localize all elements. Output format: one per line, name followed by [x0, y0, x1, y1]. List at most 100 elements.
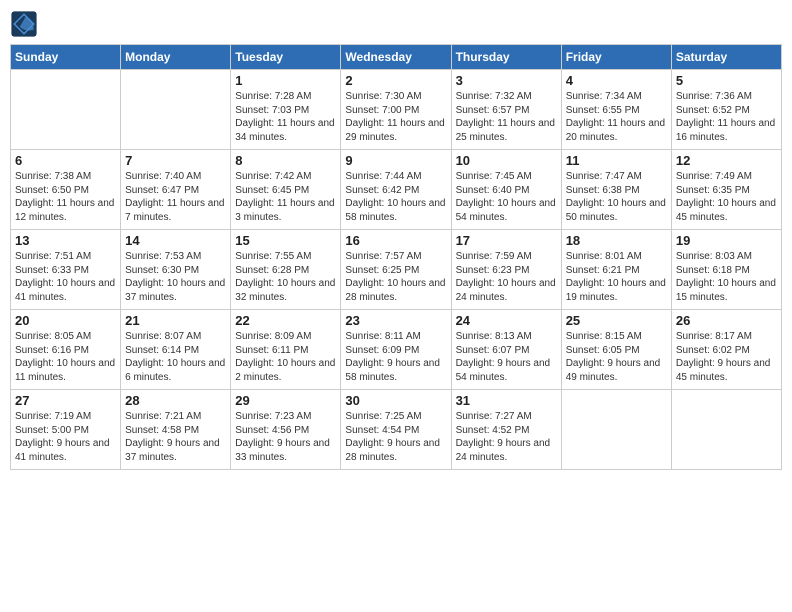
day-detail: Sunrise: 8:07 AMSunset: 6:14 PMDaylight:…: [125, 331, 225, 383]
calendar-day-cell: 12 Sunrise: 7:49 AMSunset: 6:35 PMDaylig…: [671, 150, 781, 230]
day-detail: Sunrise: 7:49 AMSunset: 6:35 PMDaylight:…: [676, 171, 776, 223]
day-number: 7: [125, 153, 226, 168]
day-number: 26: [676, 313, 777, 328]
day-number: 27: [15, 393, 116, 408]
day-number: 5: [676, 73, 777, 88]
day-number: 22: [235, 313, 336, 328]
calendar-day-cell: 13 Sunrise: 7:51 AMSunset: 6:33 PMDaylig…: [11, 230, 121, 310]
calendar-day-cell: [121, 70, 231, 150]
calendar-week-row: 13 Sunrise: 7:51 AMSunset: 6:33 PMDaylig…: [11, 230, 782, 310]
day-detail: Sunrise: 7:47 AMSunset: 6:38 PMDaylight:…: [566, 171, 666, 223]
day-number: 28: [125, 393, 226, 408]
day-detail: Sunrise: 7:36 AMSunset: 6:52 PMDaylight:…: [676, 91, 775, 143]
calendar-day-cell: 23 Sunrise: 8:11 AMSunset: 6:09 PMDaylig…: [341, 310, 451, 390]
day-number: 21: [125, 313, 226, 328]
day-detail: Sunrise: 8:05 AMSunset: 6:16 PMDaylight:…: [15, 331, 115, 383]
calendar-week-row: 1 Sunrise: 7:28 AMSunset: 7:03 PMDayligh…: [11, 70, 782, 150]
day-detail: Sunrise: 7:25 AMSunset: 4:54 PMDaylight:…: [345, 411, 440, 463]
calendar-day-cell: 9 Sunrise: 7:44 AMSunset: 6:42 PMDayligh…: [341, 150, 451, 230]
calendar-day-cell: 18 Sunrise: 8:01 AMSunset: 6:21 PMDaylig…: [561, 230, 671, 310]
calendar-day-cell: 19 Sunrise: 8:03 AMSunset: 6:18 PMDaylig…: [671, 230, 781, 310]
day-detail: Sunrise: 7:42 AMSunset: 6:45 PMDaylight:…: [235, 171, 334, 223]
weekday-header: Tuesday: [231, 45, 341, 70]
day-number: 8: [235, 153, 336, 168]
calendar-day-cell: 28 Sunrise: 7:21 AMSunset: 4:58 PMDaylig…: [121, 390, 231, 470]
calendar-day-cell: 1 Sunrise: 7:28 AMSunset: 7:03 PMDayligh…: [231, 70, 341, 150]
day-detail: Sunrise: 8:03 AMSunset: 6:18 PMDaylight:…: [676, 251, 776, 303]
calendar-day-cell: 6 Sunrise: 7:38 AMSunset: 6:50 PMDayligh…: [11, 150, 121, 230]
day-detail: Sunrise: 7:30 AMSunset: 7:00 PMDaylight:…: [345, 91, 444, 143]
day-detail: Sunrise: 8:01 AMSunset: 6:21 PMDaylight:…: [566, 251, 666, 303]
calendar-day-cell: 21 Sunrise: 8:07 AMSunset: 6:14 PMDaylig…: [121, 310, 231, 390]
day-detail: Sunrise: 8:15 AMSunset: 6:05 PMDaylight:…: [566, 331, 661, 383]
day-detail: Sunrise: 7:57 AMSunset: 6:25 PMDaylight:…: [345, 251, 445, 303]
calendar-day-cell: 3 Sunrise: 7:32 AMSunset: 6:57 PMDayligh…: [451, 70, 561, 150]
calendar-day-cell: 11 Sunrise: 7:47 AMSunset: 6:38 PMDaylig…: [561, 150, 671, 230]
day-detail: Sunrise: 7:19 AMSunset: 5:00 PMDaylight:…: [15, 411, 110, 463]
day-number: 1: [235, 73, 336, 88]
calendar-day-cell: 20 Sunrise: 8:05 AMSunset: 6:16 PMDaylig…: [11, 310, 121, 390]
calendar-day-cell: [671, 390, 781, 470]
calendar-day-cell: 24 Sunrise: 8:13 AMSunset: 6:07 PMDaylig…: [451, 310, 561, 390]
day-detail: Sunrise: 7:59 AMSunset: 6:23 PMDaylight:…: [456, 251, 556, 303]
calendar-week-row: 20 Sunrise: 8:05 AMSunset: 6:16 PMDaylig…: [11, 310, 782, 390]
calendar-body: 1 Sunrise: 7:28 AMSunset: 7:03 PMDayligh…: [11, 70, 782, 470]
day-number: 31: [456, 393, 557, 408]
day-number: 30: [345, 393, 446, 408]
weekday-header: Friday: [561, 45, 671, 70]
calendar-table: SundayMondayTuesdayWednesdayThursdayFrid…: [10, 44, 782, 470]
day-detail: Sunrise: 7:27 AMSunset: 4:52 PMDaylight:…: [456, 411, 551, 463]
day-detail: Sunrise: 8:09 AMSunset: 6:11 PMDaylight:…: [235, 331, 335, 383]
day-number: 17: [456, 233, 557, 248]
day-detail: Sunrise: 7:21 AMSunset: 4:58 PMDaylight:…: [125, 411, 220, 463]
day-number: 29: [235, 393, 336, 408]
day-detail: Sunrise: 8:11 AMSunset: 6:09 PMDaylight:…: [345, 331, 440, 383]
calendar-day-cell: 5 Sunrise: 7:36 AMSunset: 6:52 PMDayligh…: [671, 70, 781, 150]
day-detail: Sunrise: 7:53 AMSunset: 6:30 PMDaylight:…: [125, 251, 225, 303]
calendar-day-cell: [11, 70, 121, 150]
day-number: 16: [345, 233, 446, 248]
day-number: 18: [566, 233, 667, 248]
day-number: 2: [345, 73, 446, 88]
calendar-day-cell: 17 Sunrise: 7:59 AMSunset: 6:23 PMDaylig…: [451, 230, 561, 310]
day-number: 6: [15, 153, 116, 168]
day-detail: Sunrise: 7:44 AMSunset: 6:42 PMDaylight:…: [345, 171, 445, 223]
day-number: 20: [15, 313, 116, 328]
logo-icon: [10, 10, 38, 38]
weekday-header: Monday: [121, 45, 231, 70]
day-detail: Sunrise: 7:28 AMSunset: 7:03 PMDaylight:…: [235, 91, 334, 143]
day-number: 14: [125, 233, 226, 248]
calendar-day-cell: 31 Sunrise: 7:27 AMSunset: 4:52 PMDaylig…: [451, 390, 561, 470]
day-number: 15: [235, 233, 336, 248]
day-number: 24: [456, 313, 557, 328]
day-detail: Sunrise: 8:17 AMSunset: 6:02 PMDaylight:…: [676, 331, 771, 383]
calendar-day-cell: 27 Sunrise: 7:19 AMSunset: 5:00 PMDaylig…: [11, 390, 121, 470]
day-detail: Sunrise: 8:13 AMSunset: 6:07 PMDaylight:…: [456, 331, 551, 383]
calendar-day-cell: 4 Sunrise: 7:34 AMSunset: 6:55 PMDayligh…: [561, 70, 671, 150]
day-number: 13: [15, 233, 116, 248]
calendar-day-cell: 8 Sunrise: 7:42 AMSunset: 6:45 PMDayligh…: [231, 150, 341, 230]
logo: [10, 10, 42, 38]
day-detail: Sunrise: 7:34 AMSunset: 6:55 PMDaylight:…: [566, 91, 665, 143]
day-number: 19: [676, 233, 777, 248]
calendar-day-cell: 25 Sunrise: 8:15 AMSunset: 6:05 PMDaylig…: [561, 310, 671, 390]
day-number: 25: [566, 313, 667, 328]
day-detail: Sunrise: 7:38 AMSunset: 6:50 PMDaylight:…: [15, 171, 114, 223]
calendar-day-cell: 7 Sunrise: 7:40 AMSunset: 6:47 PMDayligh…: [121, 150, 231, 230]
page-header: [10, 10, 782, 38]
day-number: 9: [345, 153, 446, 168]
day-number: 10: [456, 153, 557, 168]
calendar-day-cell: 26 Sunrise: 8:17 AMSunset: 6:02 PMDaylig…: [671, 310, 781, 390]
weekday-header: Thursday: [451, 45, 561, 70]
calendar-day-cell: 16 Sunrise: 7:57 AMSunset: 6:25 PMDaylig…: [341, 230, 451, 310]
calendar-week-row: 27 Sunrise: 7:19 AMSunset: 5:00 PMDaylig…: [11, 390, 782, 470]
calendar-day-cell: [561, 390, 671, 470]
weekday-header: Wednesday: [341, 45, 451, 70]
weekday-header: Sunday: [11, 45, 121, 70]
calendar-day-cell: 10 Sunrise: 7:45 AMSunset: 6:40 PMDaylig…: [451, 150, 561, 230]
day-detail: Sunrise: 7:32 AMSunset: 6:57 PMDaylight:…: [456, 91, 555, 143]
calendar-day-cell: 14 Sunrise: 7:53 AMSunset: 6:30 PMDaylig…: [121, 230, 231, 310]
day-detail: Sunrise: 7:40 AMSunset: 6:47 PMDaylight:…: [125, 171, 224, 223]
day-number: 3: [456, 73, 557, 88]
calendar-day-cell: 2 Sunrise: 7:30 AMSunset: 7:00 PMDayligh…: [341, 70, 451, 150]
